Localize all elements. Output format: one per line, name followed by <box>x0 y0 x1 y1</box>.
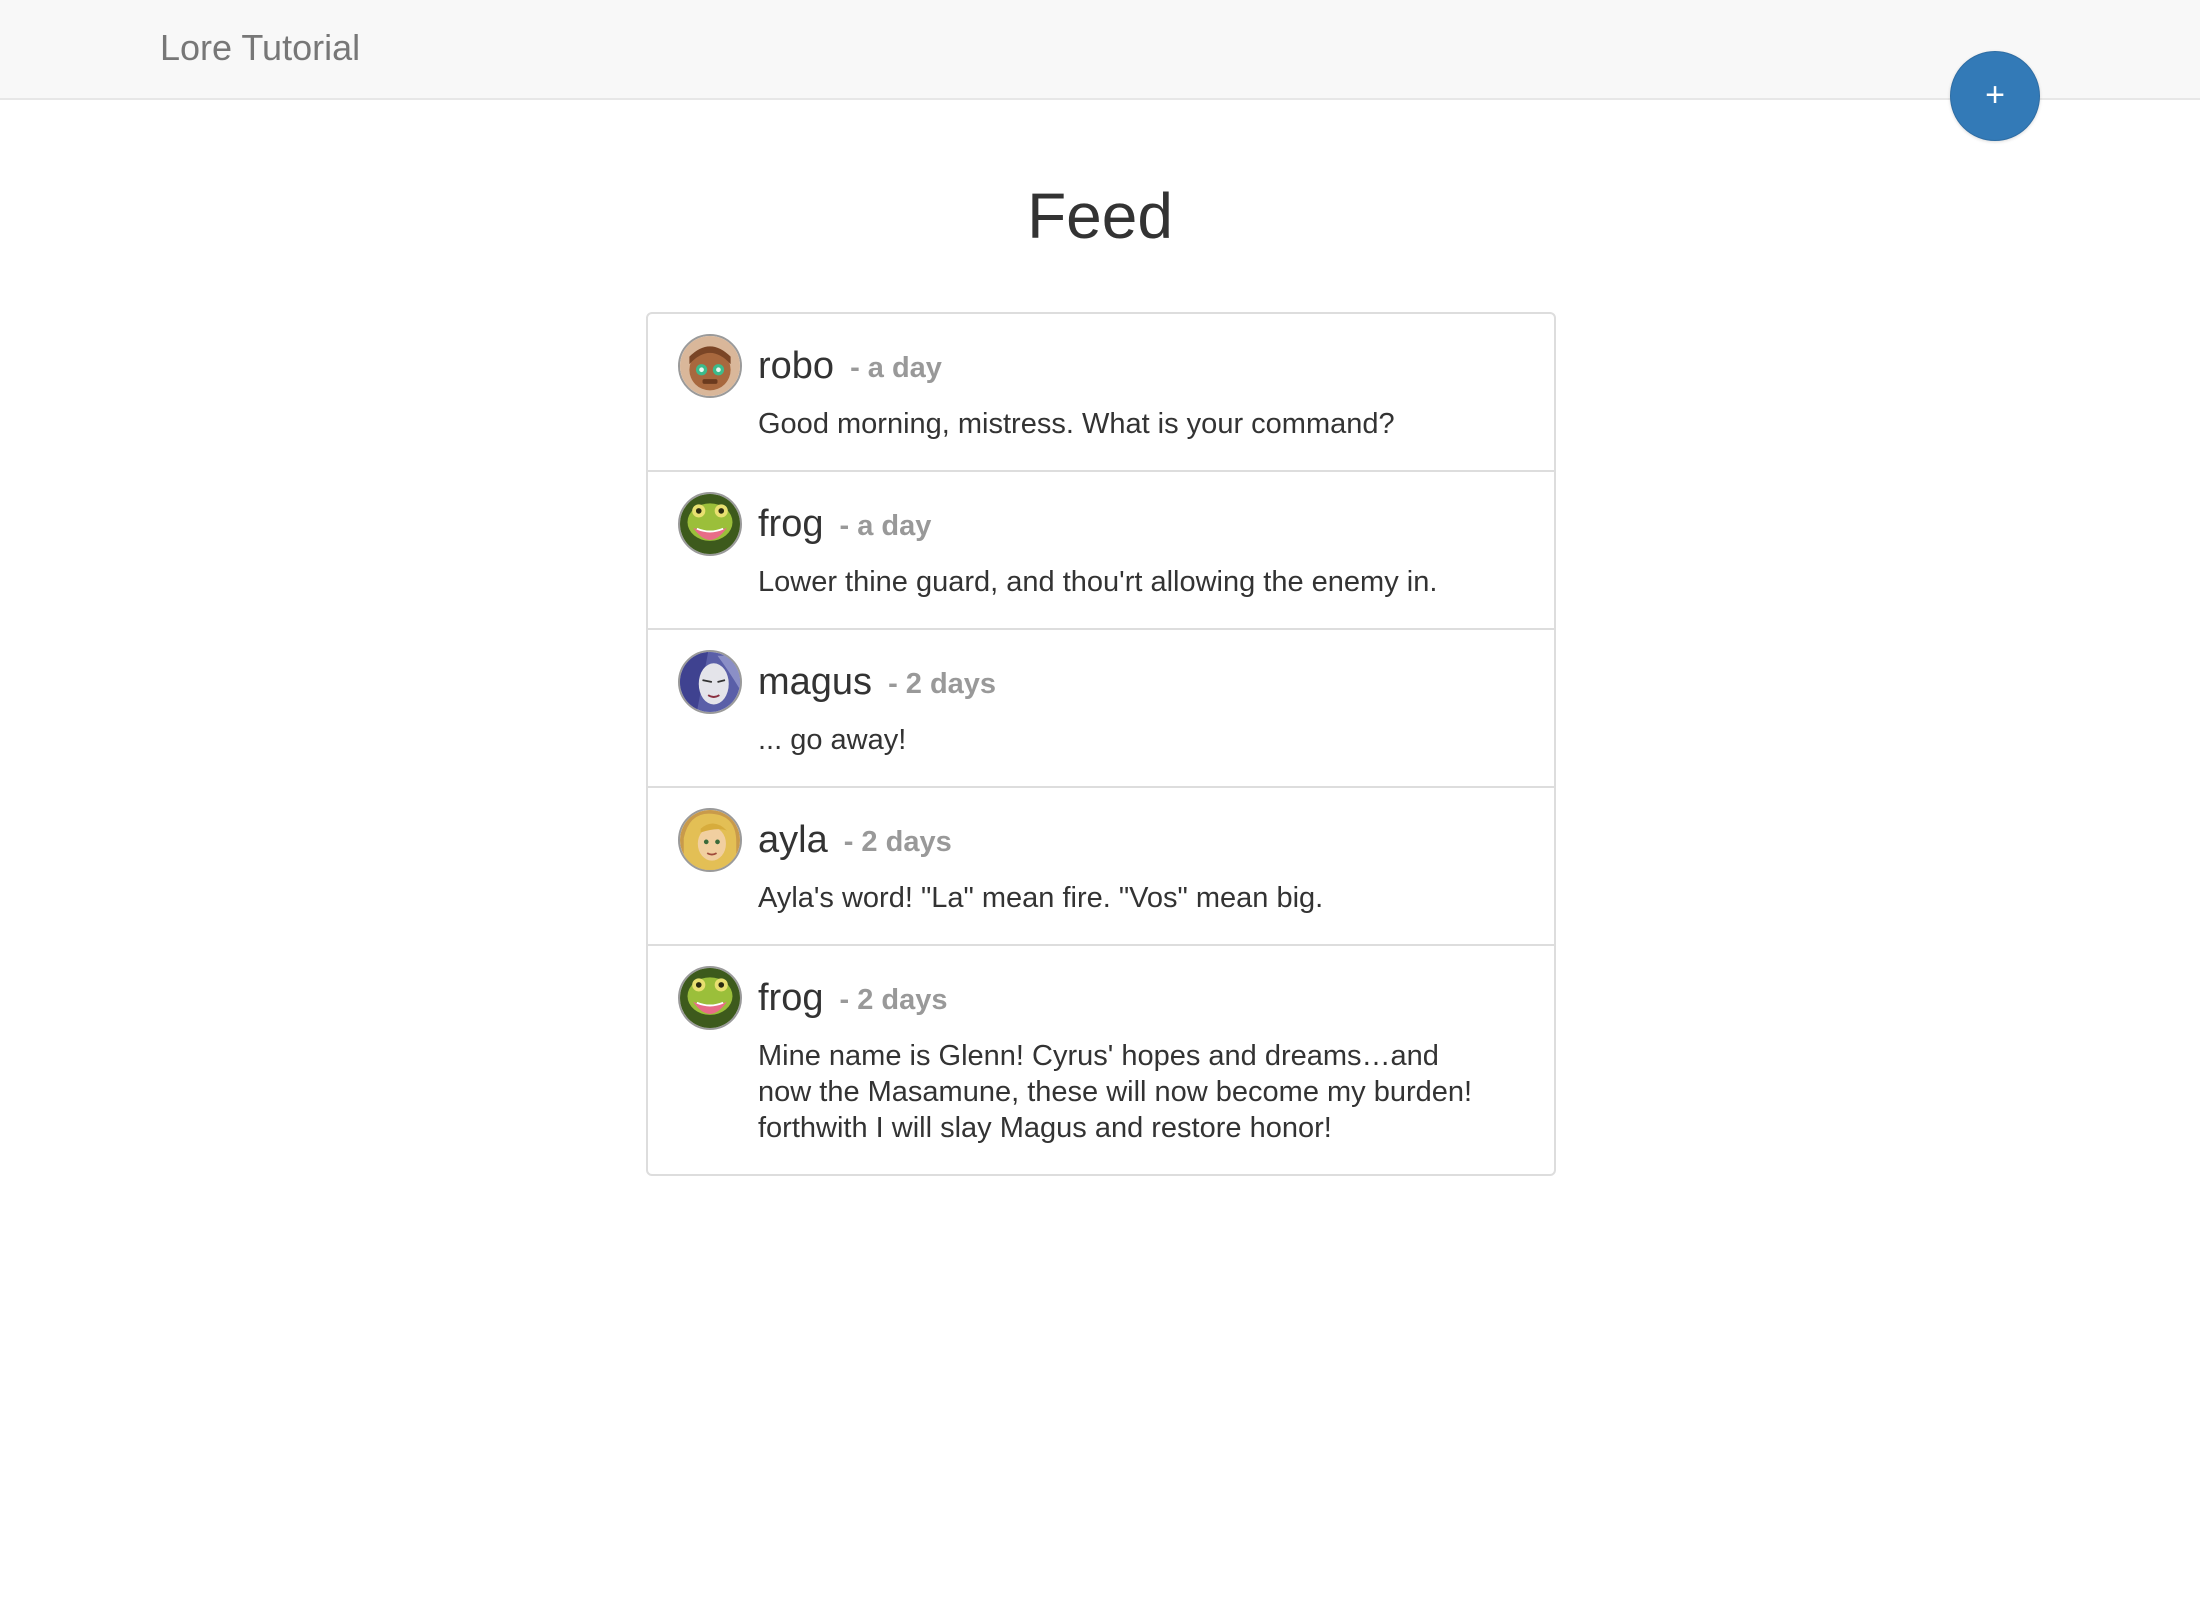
post-username[interactable]: frog <box>758 976 823 1020</box>
post-timestamp: - a day <box>850 352 942 384</box>
feed-item: frog - a day Lower thine guard, and thou… <box>648 470 1554 628</box>
add-post-button[interactable]: + <box>1950 51 2040 141</box>
feed-item: ayla - 2 days Ayla's word! "La" mean fir… <box>648 786 1554 944</box>
post-username[interactable]: robo <box>758 344 834 388</box>
frog-avatar-icon[interactable] <box>678 966 742 1030</box>
post-timestamp: - 2 days <box>843 826 952 858</box>
post-username[interactable]: ayla <box>758 818 828 862</box>
post-text: ... go away! <box>758 724 907 756</box>
plus-icon: + <box>1985 76 2005 114</box>
post-text: Lower thine guard, and thou'rt allowing … <box>758 566 1438 598</box>
post-timestamp: - 2 days <box>839 984 948 1016</box>
post-text: Good morning, mistress. What is your com… <box>758 408 1395 440</box>
robo-avatar-icon[interactable] <box>678 334 742 398</box>
post-username[interactable]: frog <box>758 502 823 546</box>
post-text: Ayla's word! "La" mean fire. "Vos" mean … <box>758 882 1324 914</box>
ayla-avatar-icon[interactable] <box>678 808 742 872</box>
post-username[interactable]: magus <box>758 660 872 704</box>
magus-avatar-icon[interactable] <box>678 650 742 714</box>
post-text: Mine name is Glenn! Cyrus' hopes and dre… <box>758 1040 1473 1144</box>
feed-item: robo - a day Good morning, mistress. Wha… <box>648 314 1554 470</box>
page-title: Feed <box>1027 180 1173 252</box>
feed-item: frog - 2 days Mine name is Glenn! Cyrus'… <box>648 944 1554 1174</box>
frog-avatar-icon[interactable] <box>678 492 742 556</box>
navbar: Lore Tutorial <box>0 0 2200 100</box>
post-timestamp: - a day <box>839 510 932 542</box>
brand-link[interactable]: Lore Tutorial <box>160 26 360 70</box>
feed-list: robo - a day Good morning, mistress. Wha… <box>646 312 1556 1176</box>
feed-item: magus - 2 days ... go away! <box>648 628 1554 786</box>
post-timestamp: - 2 days <box>888 668 997 700</box>
